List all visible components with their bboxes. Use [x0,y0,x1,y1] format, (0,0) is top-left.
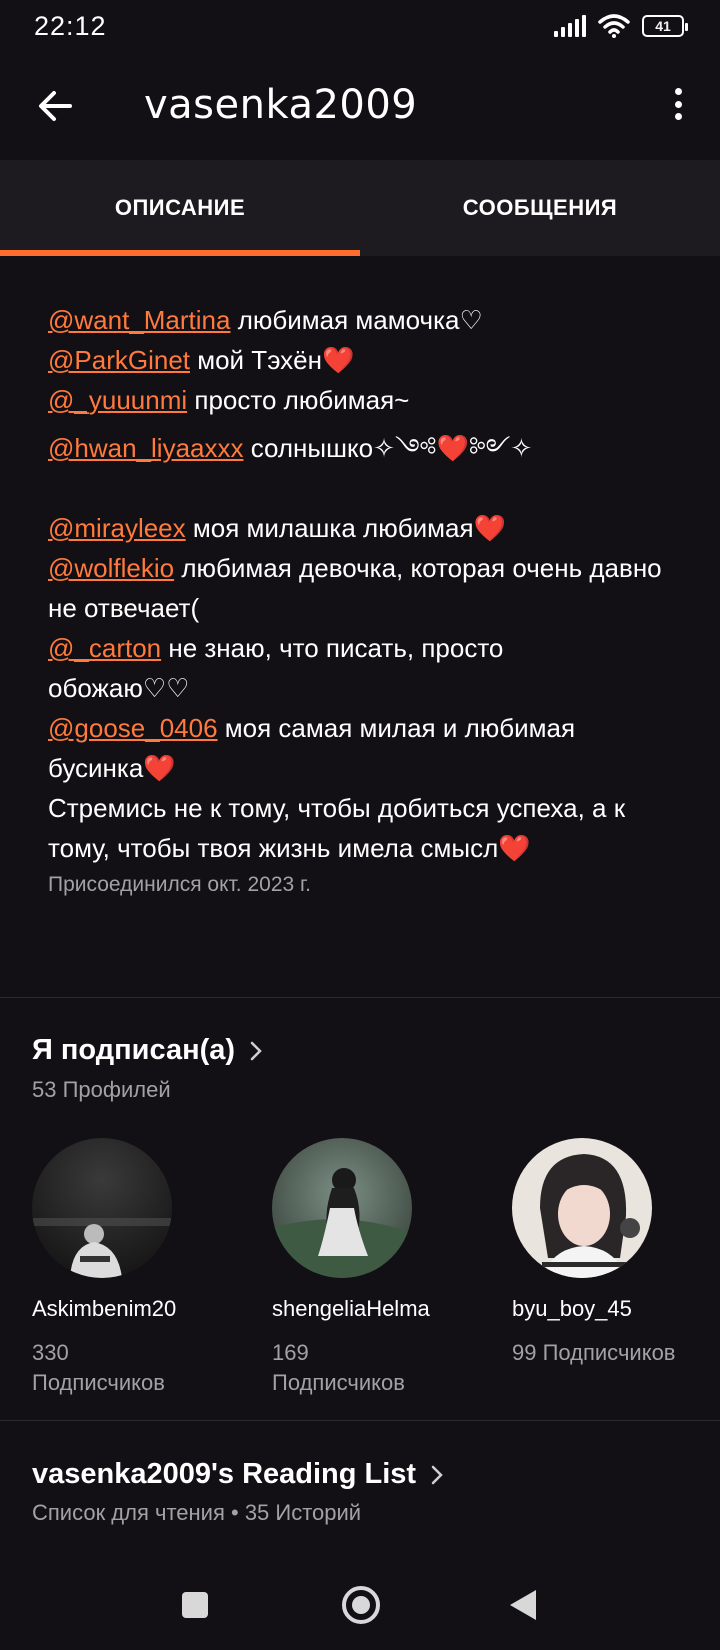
battery-level: 41 [655,18,671,34]
reading-list-title: vasenka2009's Reading List [32,1458,417,1490]
profile-followers: 169 Подписчиков [272,1340,405,1395]
avatar[interactable] [272,1138,412,1278]
tab-bar: ОПИСАНИЕ СООБЩЕНИЯ [0,160,720,256]
divider [0,997,720,998]
mention-link[interactable]: @ParkGinet [48,345,190,375]
description-line: @_carton не знаю, что писать, просто обо… [48,633,504,703]
mention-link[interactable]: @wolflekio [48,553,174,583]
system-nav-bar [0,1570,720,1650]
description-line: @want_Martina любимая мамочка♡ [48,305,483,335]
description-line: @_yuuunmi просто любимая~ [48,385,410,415]
joined-date: Присоединился окт. 2023 г. [48,873,311,896]
divider [0,1420,720,1421]
mention-link[interactable]: @hwan_liyaaxxx [48,433,243,463]
status-time: 22:12 [34,10,107,41]
back-arrow-icon[interactable] [36,86,76,126]
following-count: 53 Профилей [32,1077,171,1102]
profile-name: shengeliaHelma [272,1296,430,1321]
profile-name: byu_boy_45 [512,1296,632,1321]
chevron-right-icon [431,1465,443,1484]
mention-link[interactable]: @want_Martina [48,305,230,335]
recent-apps-icon[interactable] [180,1590,210,1620]
status-bar: 22:12 41 [0,0,720,52]
page-title: vasenka2009 [144,82,418,128]
back-icon[interactable] [508,1588,538,1622]
battery-icon: 41 [642,15,688,37]
app-bar: vasenka2009 [0,52,720,160]
description-line: @wolflekio любимая девочка, которая очен… [48,553,662,623]
reading-list-header[interactable]: vasenka2009's Reading List [32,1458,444,1491]
description-line: @ParkGinet мой Тэхён❤️ [48,345,355,375]
profile-card[interactable]: byu_boy_45 99 Подписчиков [512,1138,712,1368]
tab-about[interactable]: ОПИСАНИЕ [0,160,360,256]
profile-card[interactable]: shengeliaHelma 169 Подписчиков [272,1138,472,1398]
description-quote: Стремись не к тому, чтобы добиться успех… [48,793,626,863]
profile-description: @want_Martina любимая мамочка♡ @ParkGine… [48,300,688,900]
wifi-icon [598,14,630,38]
mention-link[interactable]: @_yuuunmi [48,385,187,415]
profile-followers: 99 Подписчиков [512,1340,676,1365]
profile-followers: 330 Подписчиков [32,1340,165,1395]
signal-icon [554,15,586,37]
profile-name: Askimbenim20 [32,1296,177,1321]
mention-link[interactable]: @_carton [48,633,161,663]
reading-list-subtitle: Список для чтения • 35 Историй [32,1500,362,1525]
mention-link[interactable]: @goose_0406 [48,713,218,743]
chevron-right-icon [250,1041,262,1060]
tab-messages[interactable]: СООБЩЕНИЯ [360,160,720,256]
avatar[interactable] [32,1138,172,1278]
description-line: @goose_0406 моя самая милая и любимая бу… [48,713,576,783]
status-icons: 41 [554,14,688,38]
description-line: @mirayleex моя милашка любимая❤️ [48,513,506,543]
home-icon[interactable] [340,1584,382,1626]
avatar[interactable] [512,1138,652,1278]
description-line: @hwan_liyaaxxx солнышко✧༺❤️༻✧ [48,433,533,463]
following-title: Я подписан(а) [32,1034,236,1066]
following-header[interactable]: Я подписан(а) [32,1034,263,1067]
mention-link[interactable]: @mirayleex [48,513,186,543]
more-options-icon[interactable] [668,82,688,126]
profile-card[interactable]: Askimbenim20 330 Подписчиков [32,1138,232,1398]
